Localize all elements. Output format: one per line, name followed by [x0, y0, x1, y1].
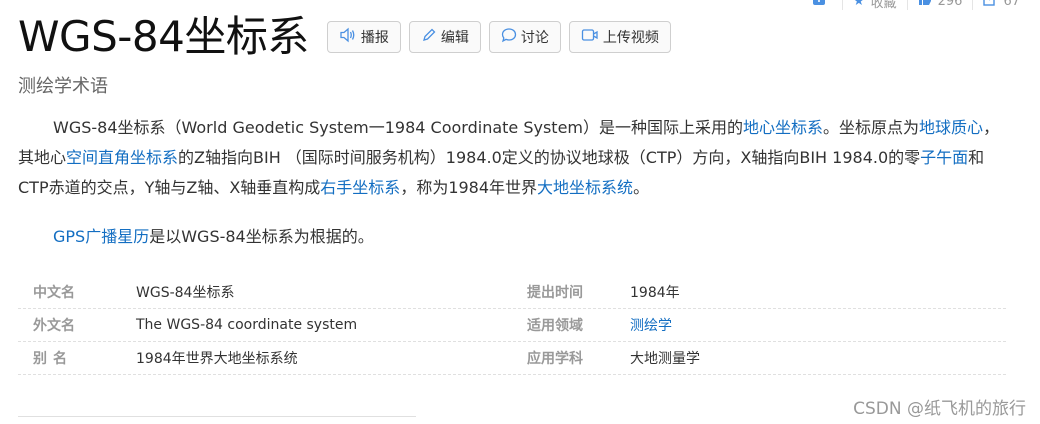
like-button[interactable]: 296	[906, 0, 973, 10]
text-segment: 。坐标原点为	[823, 118, 920, 137]
collect-button[interactable]: ★ 收藏	[841, 0, 907, 11]
edit-button[interactable]: 编辑	[408, 21, 481, 53]
upload-video-label: 上传视频	[602, 30, 659, 46]
link-gps-ephemeris[interactable]: GPS广播星历	[53, 227, 149, 246]
share-out-icon	[983, 0, 997, 10]
video-camera-icon	[581, 27, 603, 47]
share-icon	[812, 0, 826, 10]
link-geocentric-system[interactable]: 地心坐标系	[743, 118, 823, 137]
like-count: 296	[937, 0, 963, 9]
info-value-link[interactable]: 测绘学	[630, 315, 1006, 335]
text-segment: ，称为1984年世界	[400, 178, 538, 197]
link-right-hand-system[interactable]: 右手坐标系	[320, 178, 400, 197]
discuss-button[interactable]: 讨论	[488, 21, 561, 53]
speaker-icon	[339, 27, 361, 47]
info-value: 1984年世界大地坐标系统	[136, 351, 298, 367]
pencil-icon	[421, 27, 441, 47]
info-row: 外文名 The WGS-84 coordinate system 适用领域 测绘…	[18, 309, 1006, 342]
share-stat[interactable]	[802, 0, 842, 10]
info-label: 适用领域	[527, 318, 583, 334]
subtitle: 测绘学术语	[18, 76, 108, 97]
watermark: CSDN @纸飞机的旅行	[853, 399, 1026, 419]
info-label: 提出时间	[527, 285, 583, 301]
collect-label: 收藏	[870, 0, 897, 11]
second-paragraph: GPS广播星历是以WGS-84坐标系为根据的。	[18, 222, 1008, 252]
divider	[18, 416, 416, 417]
top-stats: ★ 收藏 296 67	[802, 0, 1030, 11]
text-segment: 是以WGS-84坐标系为根据的。	[149, 227, 374, 246]
upload-video-button[interactable]: 上传视频	[568, 21, 671, 53]
thumbs-up-icon	[918, 0, 932, 10]
share-count: 67	[1003, 0, 1020, 9]
title-row: WGS-84坐标系 播报 编辑 讨论 上传视频	[18, 12, 679, 62]
info-label: 中文名	[33, 285, 75, 301]
info-value: 大地测量学	[630, 351, 700, 367]
info-label: 别名	[33, 351, 73, 367]
play-button[interactable]: 播报	[326, 21, 401, 53]
text-segment: 的Z轴指向BIH （国际时间服务机构）1984.0定义的协议地球极（CTP）方向…	[178, 148, 921, 167]
info-row: 别名 1984年世界大地坐标系统 应用学科 大地测量学	[18, 342, 1006, 375]
intro-paragraph: WGS-84坐标系（World Geodetic System一1984 Coo…	[18, 113, 1008, 203]
info-value: WGS-84坐标系	[136, 285, 235, 301]
info-label: 外文名	[33, 318, 75, 334]
share-button[interactable]: 67	[972, 0, 1030, 10]
link-cartesian-system[interactable]: 空间直角坐标系	[66, 148, 178, 167]
link-geodetic-system[interactable]: 大地坐标系统	[537, 178, 633, 197]
info-value: The WGS-84 coordinate system	[136, 317, 358, 333]
basic-info-table: 中文名 WGS-84坐标系 提出时间 1984年 外文名 The WGS-84 …	[18, 276, 1006, 375]
info-label: 应用学科	[527, 351, 583, 367]
page-title: WGS-84坐标系	[18, 12, 309, 61]
text-segment: 。	[633, 178, 650, 197]
text-segment: WGS-84坐标系（World Geodetic System一1984 Coo…	[53, 118, 744, 137]
info-value: 1984年	[630, 285, 680, 301]
speech-bubble-icon	[501, 27, 521, 47]
info-row: 中文名 WGS-84坐标系 提出时间 1984年	[18, 276, 1006, 309]
play-label: 播报	[360, 30, 389, 46]
discuss-label: 讨论	[520, 30, 549, 46]
star-icon: ★	[852, 0, 865, 9]
link-earth-mass-center[interactable]: 地球质心	[919, 118, 983, 137]
edit-label: 编辑	[440, 30, 469, 46]
link-meridian-plane[interactable]: 子午面	[920, 148, 968, 167]
